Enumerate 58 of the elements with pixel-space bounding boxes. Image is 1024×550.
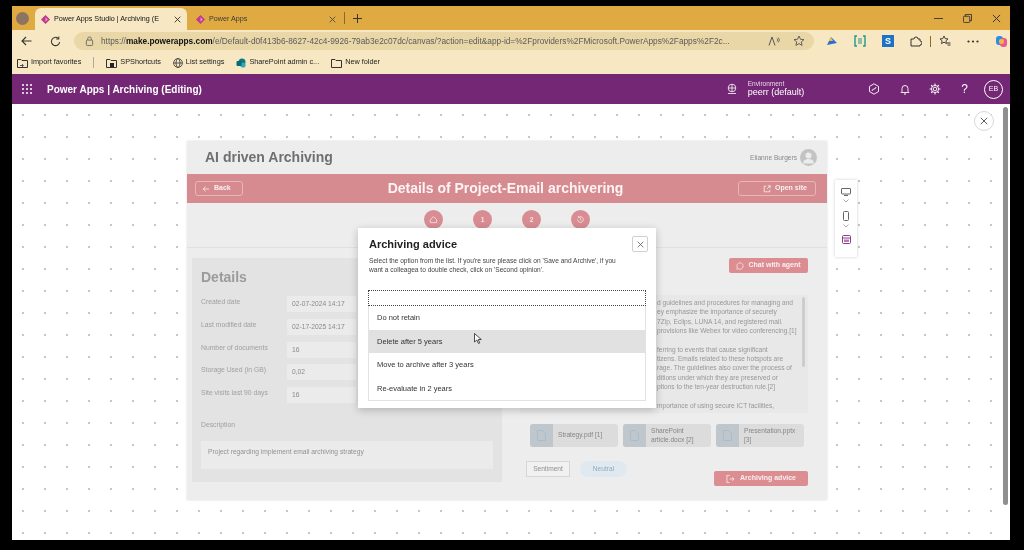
diamond-icon (196, 14, 205, 24)
restore-icon[interactable] (963, 13, 972, 23)
calendar-icon[interactable] (841, 235, 851, 244)
page-title: Details of Project-Email archivering (387, 179, 624, 198)
lock-icon[interactable] (85, 36, 94, 46)
option-search-field[interactable] (368, 290, 646, 306)
close-icon (980, 117, 988, 125)
app-bar-title: Power Apps | Archiving (Editing) (47, 82, 202, 97)
monitor-icon[interactable] (841, 188, 851, 196)
globe-icon[interactable] (725, 83, 738, 95)
chat-bubble-icon (736, 261, 745, 270)
exit-icon (726, 474, 735, 483)
mouse-pointer-icon (474, 333, 482, 344)
phone-icon[interactable] (843, 211, 849, 221)
environment-name[interactable]: peerr (default) (747, 88, 805, 98)
dialog-title: Archiving advice (369, 237, 458, 251)
close-icon (636, 240, 644, 248)
external-link-icon (763, 184, 771, 193)
document-icon (630, 430, 639, 441)
overlapping-shapes-icon[interactable] (995, 34, 1008, 48)
document-icon (723, 430, 732, 441)
refresh-icon[interactable] (50, 35, 61, 47)
user-avatar (800, 149, 817, 166)
brackets-icon[interactable] (854, 35, 866, 47)
close-icon[interactable] (992, 13, 1001, 23)
bell-icon[interactable] (899, 83, 912, 95)
home-icon (429, 215, 438, 224)
puzzle-icon[interactable] (910, 35, 922, 47)
help-button[interactable]: ? (961, 83, 968, 95)
circles-icon (236, 57, 247, 68)
close-icon[interactable] (329, 15, 336, 23)
read-aloud-icon[interactable] (768, 36, 780, 46)
extension-tile[interactable]: S (882, 35, 894, 47)
details-heading: Details (201, 269, 247, 285)
diamond-icon (41, 14, 50, 24)
settings-icon[interactable] (929, 83, 942, 95)
history-icon (576, 215, 585, 224)
scrollbar[interactable] (1003, 107, 1008, 505)
app-heading: AI driven Archiving (205, 148, 333, 167)
plus-icon[interactable] (353, 13, 362, 23)
globe-icon (172, 57, 183, 68)
close-button[interactable] (632, 236, 648, 252)
close-button[interactable] (974, 111, 994, 131)
hexagon-icon[interactable] (868, 83, 881, 95)
more-icon[interactable] (967, 39, 979, 43)
minimize-icon[interactable] (934, 17, 943, 19)
folder-icon (331, 57, 343, 68)
back-arrow-icon[interactable] (21, 36, 32, 46)
folder-icon (106, 57, 118, 68)
address-bar[interactable]: https://make.powerapps.com/e/Default-d0f413b6-8627-42c4-9926-79ab3e2c07dc/canvas/?action=edit&app-id=%2Fproviders%2FMicrosoft.PowerApps%2Fapps%2F2c... (74, 32, 814, 50)
folder-arrow-icon (17, 57, 28, 68)
favorites-icon[interactable] (939, 35, 951, 47)
triangle-icon[interactable] (826, 35, 838, 47)
document-icon (537, 430, 546, 441)
waffle-icon[interactable] (22, 84, 32, 94)
back-arrow-icon (202, 184, 210, 193)
star-icon[interactable] (793, 35, 805, 47)
close-icon[interactable] (174, 15, 181, 23)
